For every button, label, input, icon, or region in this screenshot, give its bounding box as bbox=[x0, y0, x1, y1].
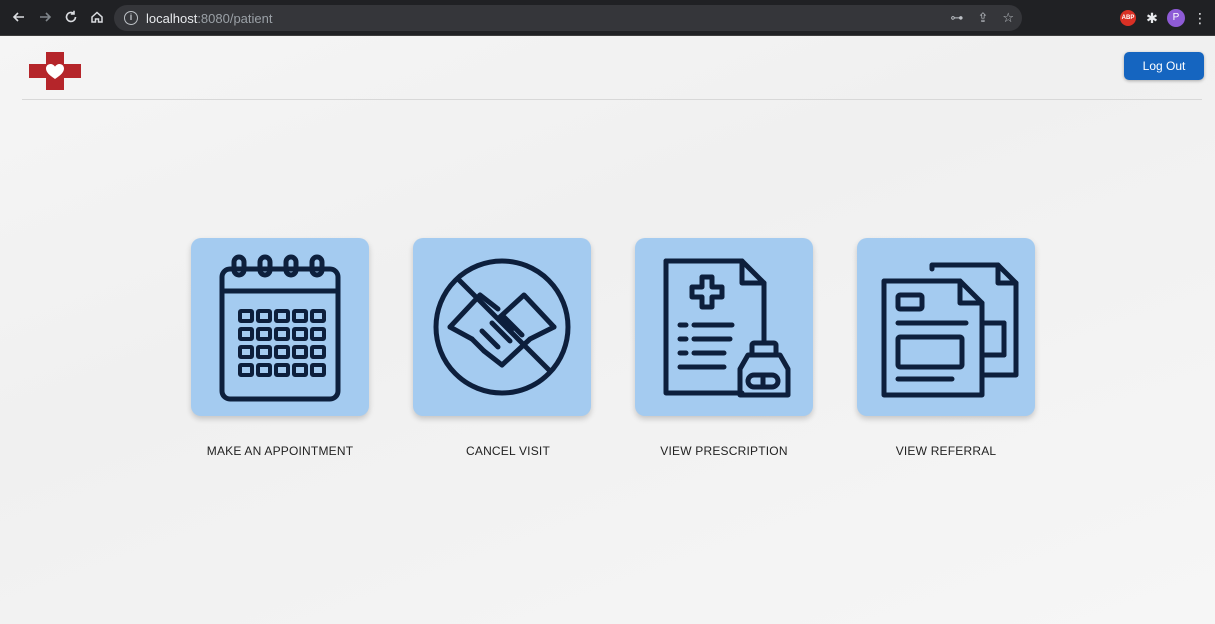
share-icon[interactable]: ⇪ bbox=[977, 10, 988, 26]
view-prescription-tile[interactable] bbox=[635, 238, 813, 416]
home-icon[interactable] bbox=[86, 6, 108, 28]
patient-page: Log Out MAKE AN APPOINTMENT CANCEL VISIT… bbox=[0, 36, 1215, 624]
reload-icon[interactable] bbox=[60, 6, 82, 28]
logout-button[interactable]: Log Out bbox=[1124, 52, 1204, 80]
medical-cross-heart-logo[interactable] bbox=[29, 52, 81, 90]
referral-documents-icon bbox=[881, 262, 1019, 398]
back-icon[interactable] bbox=[8, 6, 30, 28]
password-key-icon[interactable]: ⊶ bbox=[950, 10, 963, 26]
view-referral-label[interactable]: VIEW REFERRAL bbox=[836, 444, 1056, 458]
view-referral-tile[interactable] bbox=[857, 238, 1035, 416]
make-appointment-tile[interactable] bbox=[191, 238, 369, 416]
header-divider bbox=[22, 99, 1202, 100]
address-bar[interactable]: i localhost:8080/patient ⊶ ⇪ ☆ bbox=[114, 5, 1022, 31]
view-prescription-label[interactable]: VIEW PRESCRIPTION bbox=[614, 444, 834, 458]
make-appointment-label[interactable]: MAKE AN APPOINTMENT bbox=[170, 444, 390, 458]
cancel-visit-label[interactable]: CANCEL VISIT bbox=[398, 444, 618, 458]
browser-toolbar: i localhost:8080/patient ⊶ ⇪ ☆ ABP ✱ P ⋮ bbox=[0, 0, 1215, 36]
browser-menu-icon[interactable]: ⋮ bbox=[1190, 8, 1210, 28]
forward-icon[interactable] bbox=[34, 6, 56, 28]
calendar-icon bbox=[219, 254, 341, 402]
cancelled-handshake-icon bbox=[433, 258, 571, 396]
url-text: localhost:8080/patient bbox=[146, 10, 273, 26]
extensions-puzzle-icon[interactable]: ✱ bbox=[1142, 8, 1162, 28]
adblock-extension-icon[interactable]: ABP bbox=[1118, 8, 1138, 28]
bookmark-star-icon[interactable]: ☆ bbox=[1002, 10, 1014, 26]
site-info-icon[interactable]: i bbox=[124, 11, 138, 25]
prescription-icon bbox=[663, 258, 791, 398]
cancel-visit-tile[interactable] bbox=[413, 238, 591, 416]
profile-avatar[interactable]: P bbox=[1166, 8, 1186, 28]
